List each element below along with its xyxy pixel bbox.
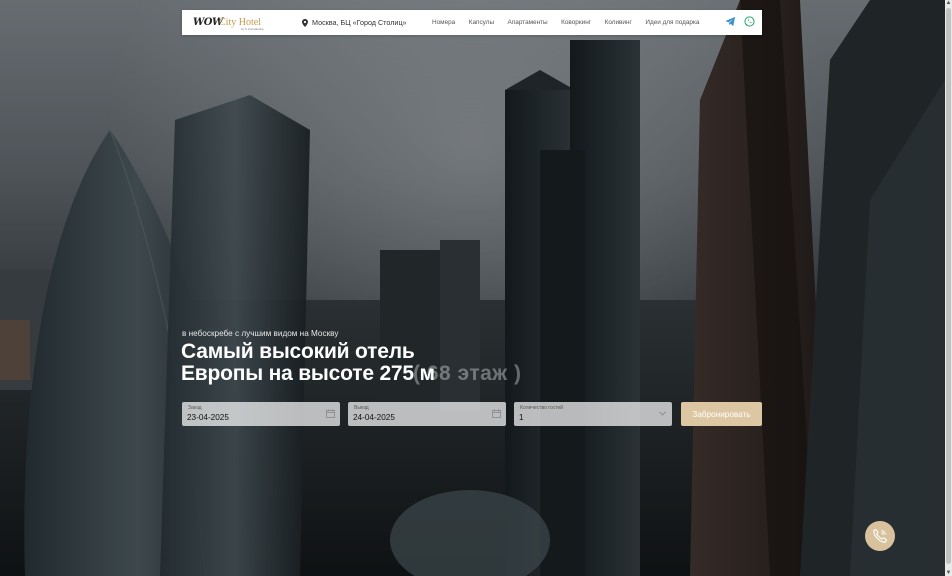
nav-item-coliving[interactable]: Коливинг xyxy=(605,19,632,26)
hero-background xyxy=(0,0,945,576)
hero-overlay xyxy=(0,0,945,576)
nav-item-capsules[interactable]: Капсулы xyxy=(469,19,494,26)
top-navbar: WOW City Hotel by S.Constantine Москва, … xyxy=(182,10,762,35)
checkout-date-field[interactable]: Выезд 24-04-2025 xyxy=(348,402,506,426)
telegram-icon[interactable] xyxy=(725,16,736,27)
social-links xyxy=(725,16,755,27)
scroll-up-icon[interactable]: ▲ xyxy=(945,0,952,6)
nav-item-gift-ideas[interactable]: Идеи для подарка xyxy=(645,19,699,26)
book-button[interactable]: Забронировать xyxy=(681,402,762,426)
logo-subtitle: by S.Constantine xyxy=(241,27,264,31)
calendar-icon[interactable] xyxy=(492,409,501,418)
floor-label: ( 68 этаж ) xyxy=(413,362,522,385)
main-nav: Номера Капсулы Апартаменты Коворкинг Кол… xyxy=(432,10,713,35)
calendar-icon[interactable] xyxy=(326,409,335,418)
headline-line-1: Самый высокий отель xyxy=(181,340,415,363)
callback-button[interactable] xyxy=(865,521,895,551)
checkout-label: Выезд xyxy=(354,405,369,411)
headline-line-2: Европы на высоте 275 м xyxy=(181,362,435,385)
location-pin-icon xyxy=(302,18,308,27)
nav-item-apartments[interactable]: Апартаменты xyxy=(508,19,548,26)
hotel-logo[interactable]: WOW City Hotel by S.Constantine xyxy=(193,15,268,31)
hero-headline: Самый высокий отель Европы на высоте 275… xyxy=(181,341,435,385)
scrollbar-thumb[interactable] xyxy=(946,8,951,564)
scrollbar[interactable]: ▲ ▼ xyxy=(945,0,952,576)
checkin-value[interactable]: 23-04-2025 xyxy=(187,413,229,422)
guests-label: Количество гостей xyxy=(520,405,564,411)
hotel-address[interactable]: Москва, БЦ «Город Столиц» xyxy=(302,10,407,35)
chevron-down-icon[interactable] xyxy=(659,411,666,416)
hero-tagline: в небоскребе с лучшим видом на Москву xyxy=(182,329,339,338)
checkin-date-field[interactable]: Заезд 23-04-2025 xyxy=(182,402,340,426)
checkout-value[interactable]: 24-04-2025 xyxy=(353,413,395,422)
scroll-down-icon[interactable]: ▼ xyxy=(945,570,952,576)
nav-item-coworking[interactable]: Коворкинг xyxy=(561,19,591,26)
whatsapp-icon[interactable] xyxy=(744,16,755,27)
guests-select[interactable]: Количество гостей 1 xyxy=(514,402,672,426)
guests-value[interactable]: 1 xyxy=(519,413,524,422)
phone-icon xyxy=(873,528,888,543)
checkin-label: Заезд xyxy=(188,405,202,411)
nav-item-rooms[interactable]: Номера xyxy=(432,19,455,26)
address-text: Москва, БЦ «Город Столиц» xyxy=(312,18,407,27)
